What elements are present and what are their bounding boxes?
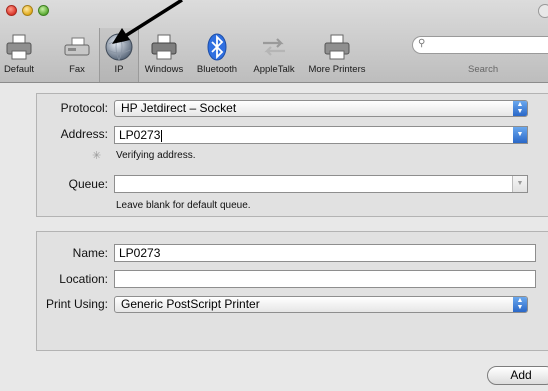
toolbar-bluetooth-label: Bluetooth — [196, 64, 238, 75]
protocol-popup[interactable]: HP Jetdirect – Socket ▲ ▼ — [114, 100, 528, 117]
appletalk-icon — [263, 38, 285, 56]
fax-icon — [64, 37, 90, 56]
minimize-window-button[interactable] — [22, 5, 33, 16]
toolbar-default[interactable]: Default — [2, 32, 36, 78]
toolbar-fax-label: Fax — [69, 64, 85, 75]
location-label: Location: — [59, 272, 108, 286]
address-label: Address: — [60, 127, 108, 141]
location-field[interactable] — [114, 270, 536, 288]
verifying-status: Verifying address. — [116, 150, 196, 161]
toolbar-bluetooth[interactable]: Bluetooth — [192, 32, 242, 78]
queue-dropdown-button[interactable]: ▼ — [512, 176, 527, 192]
toolbar-default-label: Default — [3, 64, 35, 75]
print-using-popup[interactable]: Generic PostScript Printer ▲ ▼ — [114, 296, 528, 313]
zoom-window-button[interactable] — [38, 5, 49, 16]
bluetooth-icon — [207, 33, 227, 61]
toolbar-appletalk-label: AppleTalk — [253, 64, 295, 75]
address-dropdown-button[interactable]: ▼ — [513, 127, 527, 143]
print-using-label: Print Using: — [45, 297, 108, 311]
name-field[interactable]: LP0273 — [114, 244, 536, 262]
name-label: Name: — [72, 246, 108, 260]
address-field[interactable]: LP0273 ▼ — [114, 126, 528, 144]
popup-arrows-icon: ▲ ▼ — [513, 101, 527, 116]
toolbar-ip-label: IP — [114, 64, 124, 75]
toolbar-appletalk[interactable]: AppleTalk — [247, 32, 301, 78]
annotation-arrow-icon — [112, 0, 183, 44]
toolbar-more-printers-label: More Printers — [308, 64, 366, 75]
queue-hint: Leave blank for default queue. — [116, 200, 251, 211]
printer-icon — [6, 34, 32, 60]
search-icon: ⚲ — [418, 38, 426, 49]
toolbar-toggle-button[interactable] — [538, 4, 548, 18]
printer-icon — [324, 34, 350, 60]
toolbar-windows-label: Windows — [144, 64, 184, 75]
address-value: LP0273 — [119, 128, 161, 142]
text-caret — [161, 129, 163, 142]
queue-field[interactable]: ▼ — [114, 175, 528, 193]
queue-label: Queue: — [68, 177, 108, 191]
protocol-label: Protocol: — [60, 101, 108, 115]
toolbar: Default Fax IP Windows Bluetooth AppleTa… — [0, 0, 548, 83]
search-input[interactable]: ⚲ — [412, 36, 548, 54]
toolbar-more-printers[interactable]: More Printers — [303, 32, 371, 78]
add-printer-window: Default Fax IP Windows Bluetooth AppleTa… — [0, 0, 548, 391]
popup-arrows-icon: ▲ ▼ — [513, 297, 527, 312]
search-label: Search — [468, 64, 499, 75]
progress-spinner-icon: ✳ — [92, 150, 102, 162]
close-window-button[interactable] — [6, 5, 17, 16]
toolbar-fax[interactable]: Fax — [60, 32, 94, 78]
protocol-value: HP Jetdirect – Socket — [121, 101, 237, 115]
print-using-value: Generic PostScript Printer — [121, 297, 260, 311]
add-button[interactable]: Add — [487, 366, 548, 385]
name-value: LP0273 — [119, 246, 161, 260]
